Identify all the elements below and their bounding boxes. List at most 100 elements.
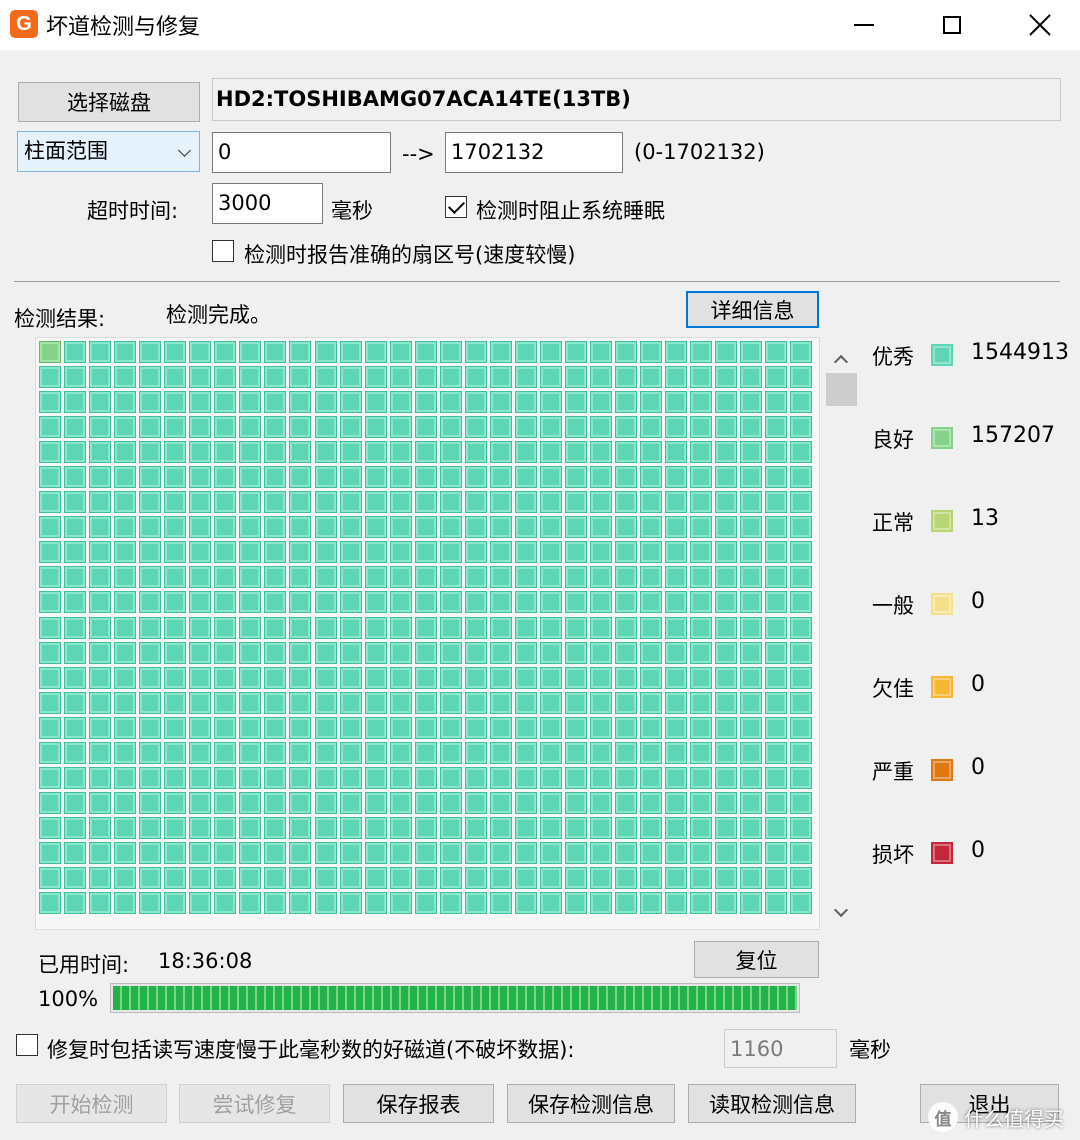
block-cell — [114, 892, 137, 915]
legend-label: 一般 — [872, 594, 914, 618]
block-cell — [539, 616, 562, 639]
block-cell — [289, 841, 312, 864]
block-cell — [39, 791, 61, 814]
block-cell — [64, 416, 87, 439]
block-cell — [214, 391, 237, 414]
scroll-up-icon[interactable] — [833, 354, 849, 370]
maximize-button[interactable] — [908, 0, 996, 50]
block-cell — [715, 541, 738, 564]
start-scan-button[interactable]: 开始检测 — [16, 1084, 167, 1123]
block-cell — [564, 666, 587, 689]
block-cell — [414, 641, 437, 664]
legend-swatch — [931, 842, 953, 864]
block-cell — [489, 591, 512, 614]
block-cell — [39, 841, 61, 864]
block-cell — [39, 866, 61, 889]
block-cell — [339, 541, 362, 564]
save-report-button[interactable]: 保存报表 — [343, 1084, 494, 1123]
block-cell — [665, 816, 688, 839]
block-cell — [414, 816, 437, 839]
block-cell — [189, 441, 212, 464]
range-end-input[interactable]: 1702132 — [445, 132, 623, 173]
block-cell — [389, 366, 412, 389]
block-cell — [389, 516, 412, 539]
block-cell — [339, 841, 362, 864]
grid-scrollbar[interactable] — [822, 337, 859, 930]
range-start-input[interactable]: 0 — [212, 132, 391, 173]
block-cell — [790, 466, 813, 489]
block-cell — [289, 716, 312, 739]
block-cell — [389, 616, 412, 639]
block-cell — [765, 591, 788, 614]
report-sector-checkbox[interactable] — [212, 240, 234, 262]
block-cell — [139, 366, 162, 389]
minimize-button[interactable] — [820, 0, 908, 50]
block-cell — [239, 366, 262, 389]
block-cell — [765, 341, 788, 363]
repair-ms-input[interactable]: 1160 — [724, 1029, 837, 1068]
block-cell — [389, 816, 412, 839]
legend-value: 157207 — [971, 423, 1055, 448]
block-cell — [214, 766, 237, 789]
block-cell — [740, 766, 763, 789]
repair-slow-checkbox[interactable] — [16, 1034, 38, 1056]
block-cell — [615, 441, 638, 464]
block-cell — [214, 716, 237, 739]
load-info-button[interactable]: 读取检测信息 — [688, 1084, 856, 1123]
close-icon — [1029, 14, 1051, 36]
scroll-down-icon[interactable] — [833, 902, 849, 918]
block-cell — [189, 791, 212, 814]
reset-button[interactable]: 复位 — [694, 941, 819, 978]
scrollbar-thumb[interactable] — [826, 373, 857, 406]
block-cell — [690, 816, 713, 839]
block-cell — [439, 491, 462, 514]
block-cell — [464, 591, 487, 614]
block-cell — [314, 341, 337, 363]
block-cell — [590, 666, 613, 689]
try-repair-button[interactable]: 尝试修复 — [179, 1084, 330, 1123]
block-cell — [564, 341, 587, 363]
block-cell — [489, 866, 512, 889]
close-button[interactable] — [996, 0, 1080, 50]
block-cell — [765, 766, 788, 789]
block-cell — [239, 441, 262, 464]
block-cell — [615, 591, 638, 614]
block-cell — [389, 391, 412, 414]
block-cell — [364, 641, 387, 664]
block-cell — [489, 766, 512, 789]
legend-swatch — [931, 759, 953, 781]
block-cell — [640, 541, 663, 564]
block-cell — [640, 716, 663, 739]
block-cell — [765, 741, 788, 764]
block-cell — [615, 816, 638, 839]
select-disk-button[interactable]: 选择磁盘 — [18, 82, 200, 122]
block-cell — [189, 416, 212, 439]
block-cell — [114, 741, 137, 764]
block-cell — [264, 741, 287, 764]
block-cell — [615, 841, 638, 864]
watermark-text: 什么值得买 — [964, 1106, 1064, 1131]
block-cell — [539, 641, 562, 664]
block-cell — [690, 691, 713, 714]
block-cell — [364, 766, 387, 789]
block-cell — [414, 366, 437, 389]
prevent-sleep-checkbox[interactable] — [445, 196, 467, 218]
block-cell — [790, 591, 813, 614]
block-cell — [139, 641, 162, 664]
block-cell — [164, 616, 187, 639]
legend-value: 0 — [971, 838, 985, 863]
block-cell — [564, 791, 587, 814]
block-cell — [464, 691, 487, 714]
timeout-input[interactable]: 3000 — [212, 183, 323, 224]
block-cell — [665, 341, 688, 363]
block-cell — [364, 591, 387, 614]
save-info-button[interactable]: 保存检测信息 — [507, 1084, 675, 1123]
block-cell — [89, 816, 112, 839]
details-button[interactable]: 详细信息 — [686, 291, 819, 328]
block-cell — [164, 766, 187, 789]
block-cell — [539, 391, 562, 414]
timeout-unit: 毫秒 — [331, 199, 373, 223]
block-cell — [314, 716, 337, 739]
range-mode-select[interactable]: 柱面范围 — [17, 131, 200, 172]
block-cell — [740, 541, 763, 564]
